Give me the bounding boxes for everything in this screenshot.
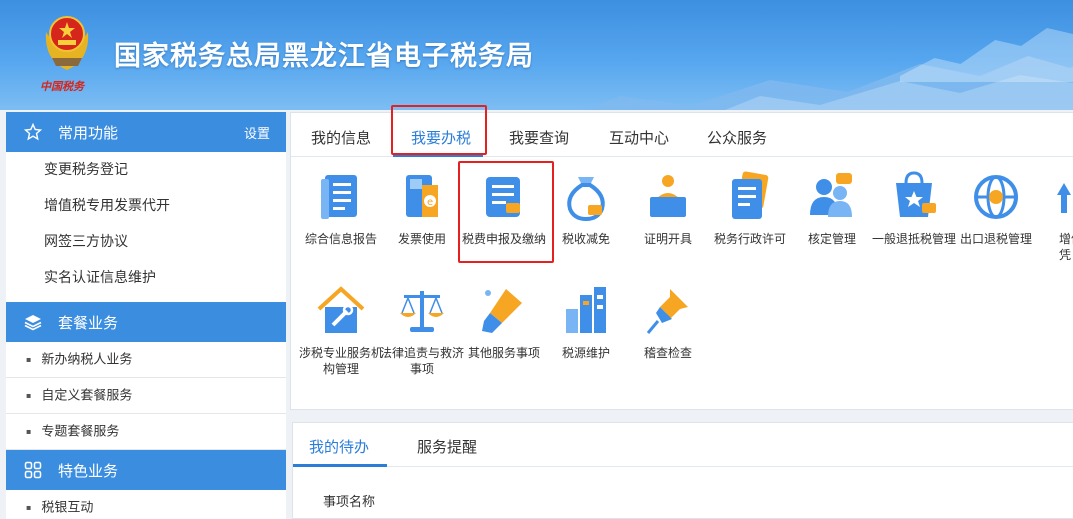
service-label: 税务行政许可	[713, 232, 786, 246]
sidebar-item[interactable]: 变更税务登记	[6, 152, 286, 188]
service-tax-source[interactable]: 税源维护	[541, 283, 631, 361]
service-comprehensive-report[interactable]: 综合信息报告	[296, 169, 386, 247]
active-tab-indicator	[393, 154, 483, 157]
service-tax-declaration[interactable]: 税费申报及缴纳	[459, 169, 549, 247]
sidebar-section-package[interactable]: 套餐业务	[6, 302, 286, 342]
service-label: 税源维护	[561, 346, 610, 360]
tab-public-service[interactable]: 公众服务	[707, 127, 767, 148]
sidebar-item[interactable]: 专题套餐服务	[6, 414, 286, 450]
invoice-icon: e	[406, 175, 438, 217]
service-label: 增值凭	[1059, 232, 1073, 262]
service-refund-offset[interactable]: 一般退抵税管理	[869, 169, 959, 247]
service-label: 涉税专业服务机构管理	[298, 346, 383, 376]
sidebar-section-title: 特色业务	[58, 461, 119, 480]
scales-icon	[400, 291, 444, 332]
todo-panel: 我的待办 服务提醒 事项名称	[292, 422, 1073, 519]
active-tab-indicator	[293, 464, 387, 467]
service-label: 其他服务事项	[467, 346, 540, 360]
buildings-icon	[566, 287, 606, 333]
service-label: 一般退抵税管理	[871, 232, 956, 246]
service-tax-reduction[interactable]: 税收减免	[541, 169, 631, 247]
service-certificate[interactable]: 证明开具	[623, 169, 713, 247]
site-title: 国家税务总局黑龙江省电子税务局	[114, 41, 534, 72]
main-tabs: 我的信息 我要办税 我要查询 互动中心 公众服务	[291, 113, 1073, 157]
sidebar-section-title: 套餐业务	[58, 313, 119, 332]
service-invoice-use[interactable]: e 发票使用	[377, 169, 467, 247]
globe-icon	[974, 175, 1018, 219]
service-admin-license[interactable]: 税务行政许可	[705, 169, 795, 247]
service-label: 出口退税管理	[959, 232, 1032, 246]
service-label: 核定管理	[807, 232, 856, 246]
report-book-icon	[321, 175, 357, 219]
sidebar-item[interactable]: 税银互动	[6, 490, 286, 519]
todo-tabs: 我的待办 服务提醒	[293, 423, 1073, 467]
service-vat-voucher[interactable]: 增值凭	[1033, 169, 1073, 263]
service-assessment[interactable]: 核定管理	[787, 169, 877, 247]
tab-query[interactable]: 我要查询	[509, 127, 569, 148]
sidebar-section-title: 常用功能	[58, 123, 119, 142]
service-label: 税收减免	[561, 232, 610, 246]
certificate-person-icon	[650, 175, 686, 217]
service-inspection[interactable]: 稽查检查	[623, 283, 713, 361]
sidebar: 常用功能 设置 变更税务登记 增值税专用发票代开 网签三方协议 实名认证信息维护…	[6, 112, 286, 519]
service-label: 综合信息报告	[304, 232, 377, 246]
tab-service-reminder[interactable]: 服务提醒	[417, 436, 477, 457]
service-export-refund[interactable]: 出口退税管理	[951, 169, 1041, 247]
shopping-bag-star-icon	[896, 171, 936, 217]
service-label: 稽查检查	[643, 346, 692, 360]
declaration-document-icon	[486, 177, 520, 217]
tab-handle-tax[interactable]: 我要办税	[411, 127, 471, 148]
house-tools-icon	[317, 286, 365, 333]
layers-icon	[24, 313, 42, 331]
emblem-caption: 中国税务	[40, 80, 84, 93]
pushpin-icon	[646, 289, 688, 334]
svg-text:e: e	[427, 197, 433, 208]
tab-interaction[interactable]: 互动中心	[609, 127, 669, 148]
users-chat-icon	[810, 173, 852, 217]
column-header-item-name: 事项名称	[323, 495, 376, 510]
service-legal-remedy[interactable]: 法律追责与救济事项	[377, 283, 467, 377]
service-label: 法律追责与救济事项	[379, 346, 464, 376]
service-label: 发票使用	[397, 232, 446, 246]
brush-icon	[482, 289, 522, 333]
sidebar-item[interactable]: 网签三方协议	[6, 224, 286, 260]
sidebar-item[interactable]: 新办纳税人业务	[6, 342, 286, 378]
site-header: 中国税务 国家税务总局黑龙江省电子税务局	[0, 0, 1073, 110]
service-label: 证明开具	[643, 232, 692, 246]
money-bag-icon	[567, 177, 605, 222]
services-panel: 我的信息 我要办税 我要查询 互动中心 公众服务 综合信息报告 e 发票使用 税…	[290, 112, 1073, 410]
license-notebook-icon	[732, 171, 769, 219]
service-professional-agency[interactable]: 涉税专业服务机构管理	[296, 283, 386, 377]
sidebar-section-special[interactable]: 特色业务	[6, 450, 286, 490]
sidebar-item[interactable]: 自定义套餐服务	[6, 378, 286, 414]
national-emblem-icon	[45, 16, 89, 70]
service-label: 税费申报及缴纳	[461, 232, 546, 246]
sidebar-item[interactable]: 增值税专用发票代开	[6, 188, 286, 224]
service-other-matters[interactable]: 其他服务事项	[459, 283, 549, 361]
star-icon	[24, 123, 42, 141]
tab-my-todo[interactable]: 我的待办	[309, 436, 369, 457]
grid-icon	[24, 461, 42, 479]
sidebar-section-common[interactable]: 常用功能 设置	[6, 112, 286, 152]
arrow-up-icon	[1057, 183, 1071, 213]
sidebar-item[interactable]: 实名认证信息维护	[6, 260, 286, 296]
tab-my-info[interactable]: 我的信息	[311, 127, 371, 148]
settings-link[interactable]: 设置	[244, 123, 270, 142]
